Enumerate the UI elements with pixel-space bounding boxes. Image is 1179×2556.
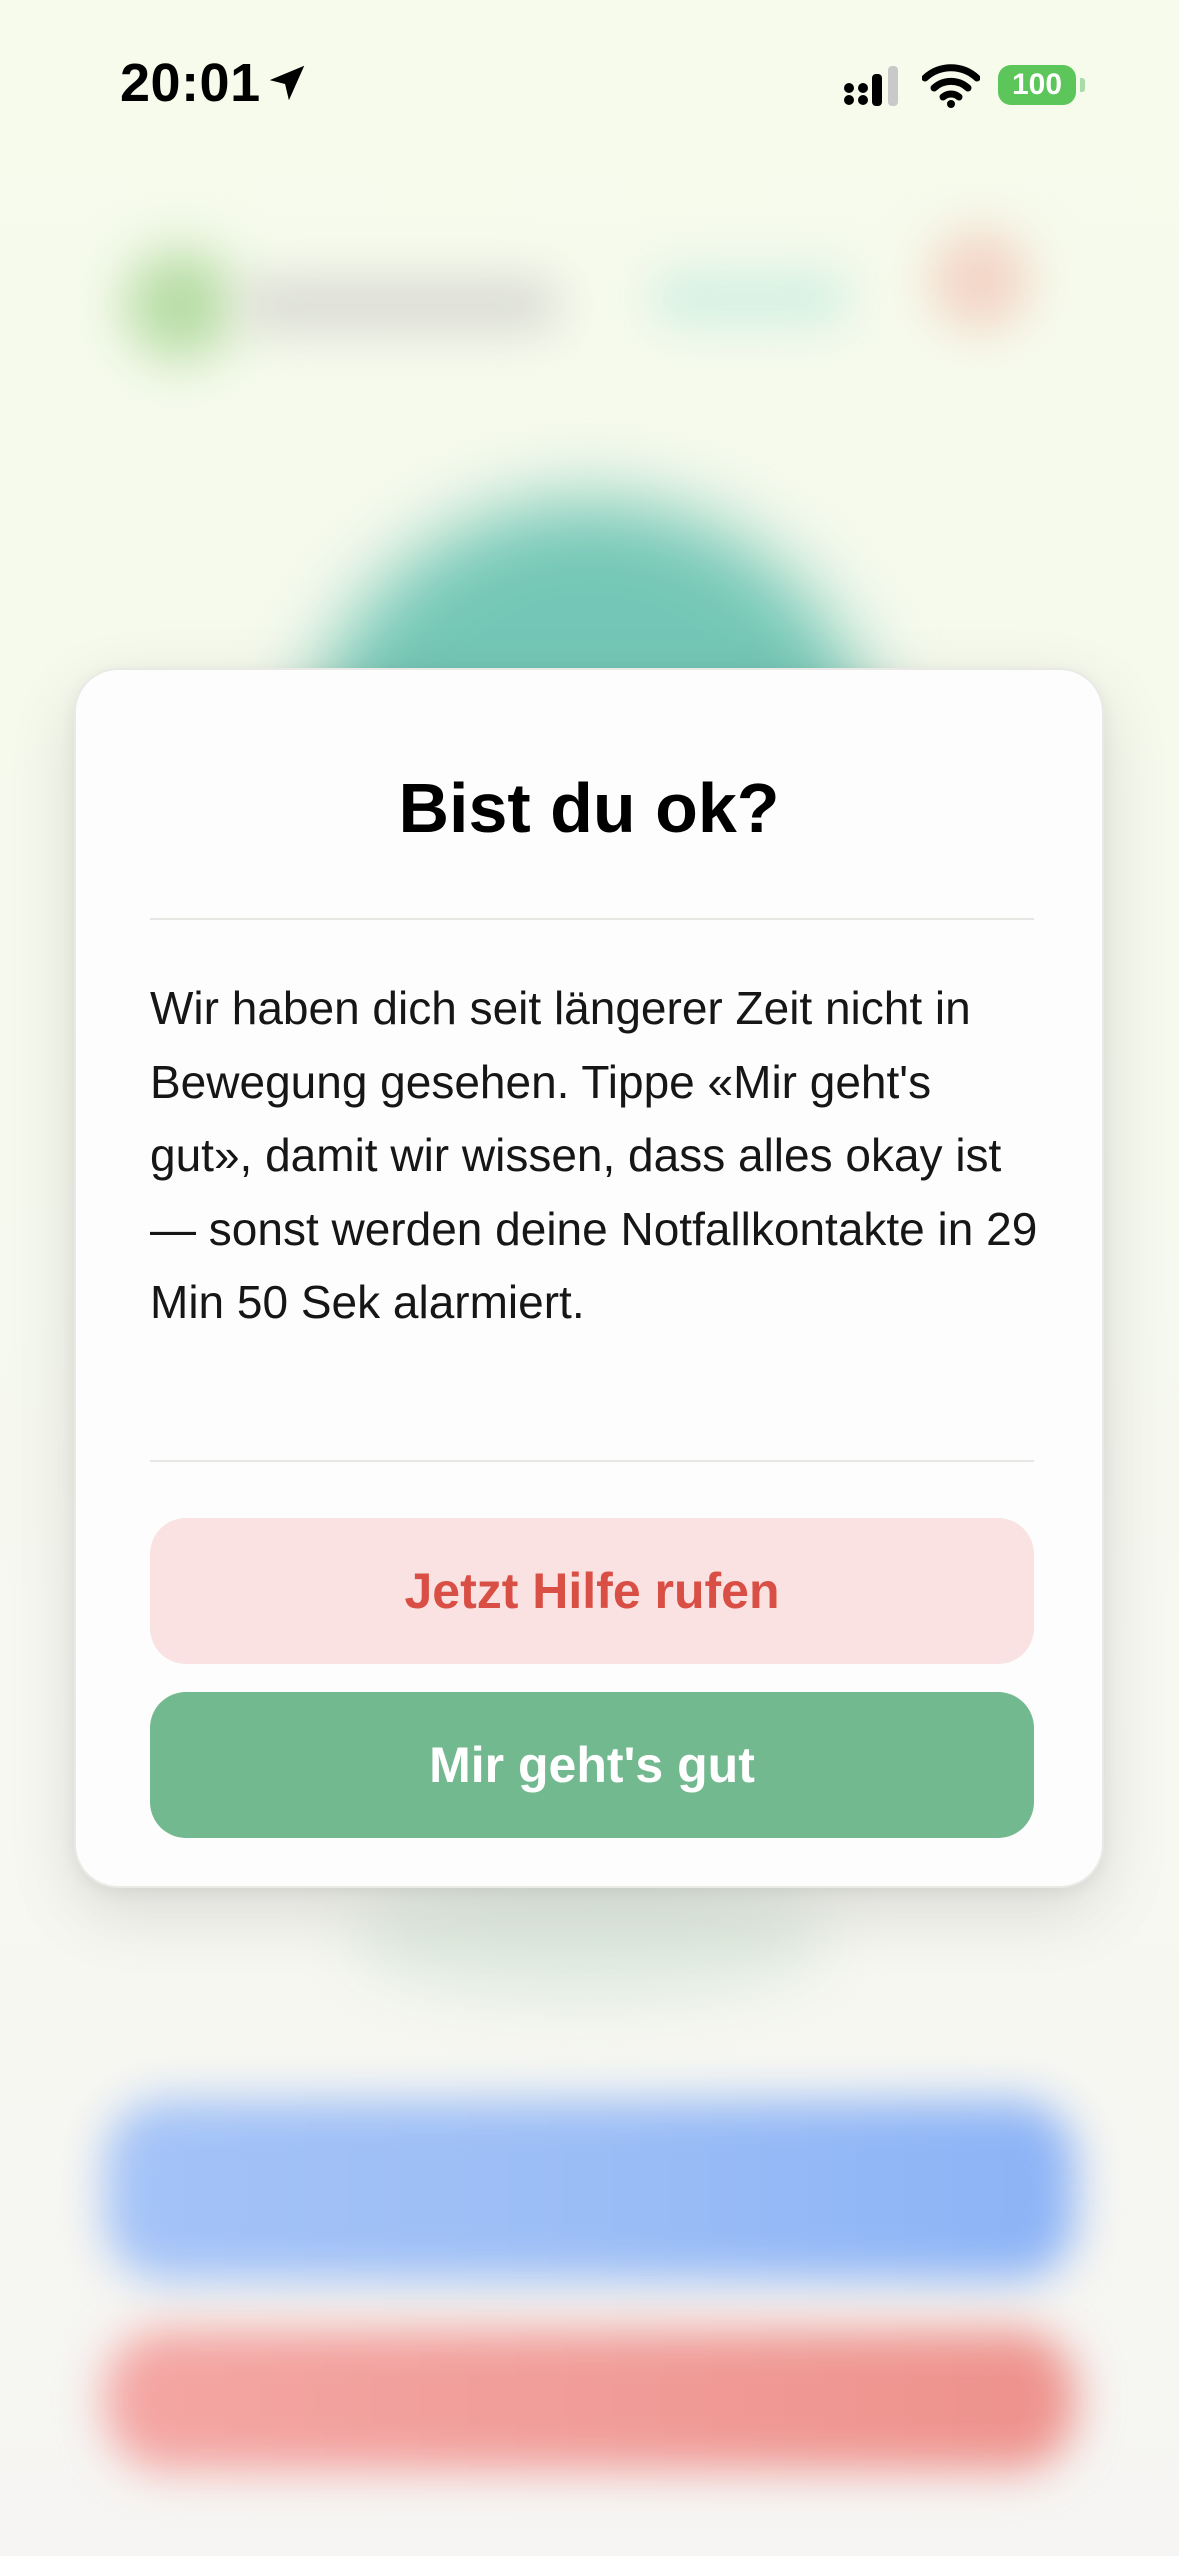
location-arrow-icon (269, 65, 305, 101)
status-time: 20:01 (120, 53, 261, 113)
background-action-dot (930, 230, 1030, 330)
battery-icon: 100 (998, 65, 1076, 105)
wellbeing-check-dialog: Bist du ok? Wir haben dich seit längerer… (74, 668, 1104, 1888)
divider (150, 1460, 1034, 1462)
dialog-title: Bist du ok? (398, 769, 780, 847)
background-circle-shadow (350, 1880, 830, 2000)
im-ok-button[interactable]: Mir geht's gut (150, 1692, 1034, 1838)
battery-cap (1080, 78, 1085, 92)
background-status-pill (650, 268, 850, 328)
background-avatar (125, 250, 235, 360)
dialog-message: Wir haben dich seit längerer Zeit nicht … (150, 982, 1038, 1328)
battery-level: 100 (1011, 68, 1063, 101)
background-blue-button (105, 2100, 1075, 2280)
status-bar: 20:01 100 (0, 0, 1179, 170)
cellular-signal-icon (844, 66, 898, 106)
background-username (240, 280, 560, 330)
divider (150, 918, 1034, 920)
wifi-icon (922, 64, 980, 108)
call-help-button[interactable]: Jetzt Hilfe rufen (150, 1518, 1034, 1664)
background-red-button (105, 2330, 1075, 2470)
